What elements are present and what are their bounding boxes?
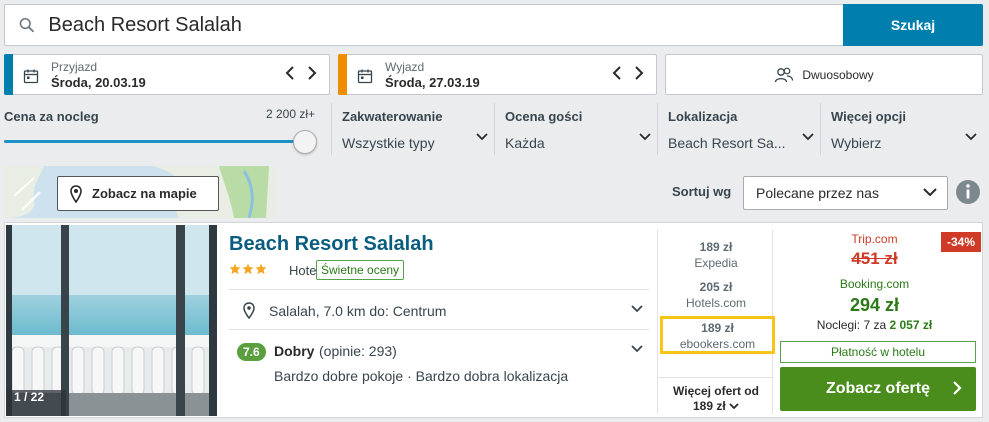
location-row[interactable]: Salalah, 7.0 km do: Centrum: [229, 289, 649, 329]
location-filter[interactable]: Lokalizacja Beach Resort Sa...: [657, 103, 820, 155]
great-reviews-badge: Świetne oceny: [316, 260, 405, 280]
chevron-down-icon: [476, 133, 488, 141]
checkout-label: Wyjazd: [385, 60, 425, 74]
rating-score-badge: 7.6: [237, 343, 266, 361]
see-on-map-label: Zobacz na mapie: [92, 186, 197, 201]
star-icon: [229, 263, 241, 275]
accommodation-filter-label: Zakwaterowanie: [342, 109, 443, 124]
photo-counter: 1 / 22: [14, 390, 45, 404]
view-deal-button[interactable]: Zobacz ofertę: [780, 367, 976, 411]
offer-item[interactable]: 205 zł Hotels.com: [658, 280, 774, 310]
more-options-filter-value: Wybierz: [831, 135, 882, 151]
search-box[interactable]: [4, 4, 843, 46]
info-icon[interactable]: [953, 177, 983, 207]
chevron-down-icon: [639, 133, 651, 141]
chevron-down-icon: [923, 188, 937, 197]
deal-nights-total: Noclegi: 7 za 2 057 zł: [816, 318, 933, 332]
map-pin-icon: [70, 184, 82, 203]
rating-count: (opinie: 293): [319, 343, 397, 359]
checkout-date-field[interactable]: Wyjazd Środa, 27.03.19: [338, 54, 657, 95]
price-slider-handle[interactable]: [293, 130, 317, 154]
hotel-location: Salalah, 7.0 km do: Centrum: [269, 303, 447, 319]
map-preview[interactable]: Zobacz na mapie: [4, 166, 274, 218]
offer-site: Hotels.com: [685, 296, 747, 310]
compare-price: 451 zł: [851, 249, 898, 268]
calendar-icon: [357, 69, 373, 84]
offer-item[interactable]: 189 zł Expedia: [658, 240, 774, 270]
location-filter-value: Beach Resort Sa...: [668, 135, 786, 151]
hotel-result-card: 1 / 22 Beach Resort Salalah Hotel Świetn…: [4, 222, 983, 418]
search-bar: Szukaj: [4, 4, 983, 46]
next-day-icon[interactable]: [307, 66, 317, 80]
more-options-filter-label: Więcej opcji: [831, 109, 907, 124]
guest-rating-filter-value: Każda: [505, 135, 545, 151]
price-filter-value: 2 200 zł+: [266, 107, 316, 121]
star-icon: [242, 263, 254, 275]
chevron-right-icon: [953, 381, 962, 395]
deal-source: Booking.com: [839, 277, 910, 291]
accommodation-filter[interactable]: Zakwaterowanie Wszystkie typy: [331, 103, 494, 155]
star-icon: [255, 263, 267, 275]
chevron-down-icon: [631, 305, 643, 313]
deal-price: 294 zł: [849, 295, 900, 315]
sort-select-value: Polecane przez nas: [756, 185, 879, 201]
offer-price: 189 zł: [701, 321, 734, 335]
offer-price: 189 zł: [699, 240, 733, 254]
hotel-type: Hotel: [289, 263, 320, 278]
guests-label: Dwuosobowy: [802, 67, 874, 82]
offer-price: 205 zł: [699, 280, 733, 294]
prev-day-icon[interactable]: [612, 66, 622, 80]
chevron-down-icon: [631, 345, 643, 353]
checkout-stripe: [338, 54, 347, 95]
price-filter-label: Cena za nocleg: [4, 109, 99, 124]
offers-column: 189 zł Expedia 205 zł Hotels.com 189 zł …: [657, 230, 775, 414]
hotel-photo-image: [6, 225, 217, 416]
chevron-down-icon: [965, 133, 977, 141]
map-pin-icon: [243, 302, 255, 319]
guest-rating-filter[interactable]: Ocena gości Każda: [494, 103, 657, 155]
compare-source: Trip.com: [851, 232, 898, 246]
checkin-date-field[interactable]: Przyjazd Środa, 20.03.19: [4, 54, 330, 95]
offer-site: Expedia: [694, 256, 738, 270]
checkin-label: Przyjazd: [51, 60, 98, 74]
search-icon: [19, 17, 35, 33]
checkout-value: Środa, 27.03.19: [385, 75, 480, 90]
more-options-filter[interactable]: Więcej opcji Wybierz: [820, 103, 983, 155]
next-day-icon[interactable]: [634, 66, 644, 80]
users-icon: [775, 67, 794, 82]
filters-bar: Cena za nocleg 2 200 zł+ Zakwaterowanie …: [4, 103, 983, 155]
price-slider-track[interactable]: [4, 140, 306, 143]
more-offers-button[interactable]: Więcej ofert od 189 zł: [658, 377, 774, 414]
sort-label: Sortuj wg: [672, 184, 732, 199]
sort-select[interactable]: Polecane przez nas: [743, 176, 948, 210]
search-button[interactable]: Szukaj: [843, 4, 983, 46]
more-offers-label: Więcej ofert od: [673, 384, 759, 398]
rating-word: Dobry: [274, 343, 315, 359]
accommodation-filter-value: Wszystkie typy: [342, 135, 435, 151]
hotel-name[interactable]: Beach Resort Salalah: [229, 233, 434, 256]
location-filter-label: Lokalizacja: [668, 109, 738, 124]
prev-day-icon[interactable]: [285, 66, 295, 80]
offer-site: ebookers.com: [679, 337, 756, 351]
date-guest-row: Przyjazd Środa, 20.03.19 Wyjazd Środa, 2…: [4, 54, 983, 95]
map-sort-bar: Zobacz na mapie Sortuj wg Polecane przez…: [4, 166, 983, 218]
hotel-photo[interactable]: 1 / 22: [6, 225, 217, 416]
chevron-down-icon: [729, 403, 739, 410]
best-deal-panel: -34% Trip.com 451 zł Booking.com 294 zł …: [777, 227, 981, 417]
rating-highlights: Bardzo dobre pokoje · Bardzo dobra lokal…: [274, 368, 569, 384]
guests-selector[interactable]: Dwuosobowy: [665, 54, 983, 95]
calendar-icon: [23, 69, 39, 84]
pay-at-hotel-badge: Płatność w hotelu: [780, 341, 976, 363]
checkin-stripe: [4, 54, 13, 95]
guest-rating-filter-label: Ocena gości: [505, 109, 583, 124]
rating-row[interactable]: 7.6 Dobry (opinie: 293) Bardzo dobre pok…: [229, 329, 649, 391]
see-on-map-button[interactable]: Zobacz na mapie: [57, 176, 219, 211]
more-offers-price: 189 zł: [658, 399, 774, 414]
checkin-value: Środa, 20.03.19: [51, 75, 146, 90]
hotel-stars: [229, 263, 267, 275]
search-input[interactable]: [48, 13, 843, 37]
chevron-down-icon: [802, 133, 814, 141]
view-deal-label: Zobacz ofertę: [825, 380, 930, 397]
offer-item-highlighted[interactable]: 189 zł ebookers.com: [660, 316, 775, 354]
